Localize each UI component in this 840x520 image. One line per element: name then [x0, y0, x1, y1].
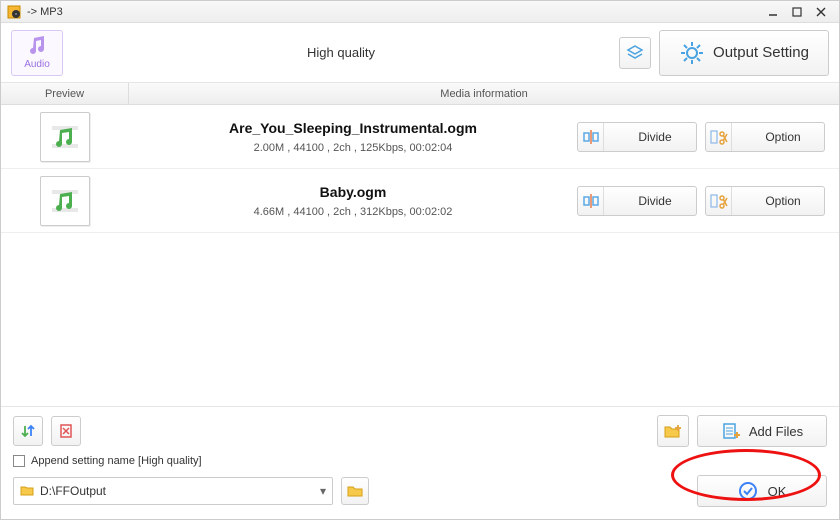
file-list: Are_You_Sleeping_Instrumental.ogm 2.00M …: [1, 105, 839, 406]
file-name: Baby.ogm: [320, 184, 387, 200]
file-info: Are_You_Sleeping_Instrumental.ogm 2.00M …: [129, 120, 577, 154]
scissors-icon: [710, 192, 728, 210]
option-label: Option: [742, 194, 824, 208]
layers-button[interactable]: [619, 37, 651, 69]
audio-format-button[interactable]: Audio: [11, 30, 63, 76]
output-path-select[interactable]: D:\FFOutput ▾: [13, 477, 333, 505]
move-button[interactable]: [13, 416, 43, 446]
folder-icon: [347, 484, 363, 498]
add-files-button[interactable]: Add Files: [697, 415, 827, 447]
divide-label: Divide: [614, 130, 696, 144]
gear-icon: [679, 40, 705, 66]
window-title: -> MP3: [27, 6, 63, 18]
divide-icon: [582, 192, 600, 210]
file-name: Are_You_Sleeping_Instrumental.ogm: [229, 120, 477, 136]
app-icon: [7, 5, 21, 19]
chevron-down-icon: ▾: [320, 484, 326, 498]
folder-icon: [20, 484, 34, 499]
preview-column-header: Preview: [1, 83, 129, 104]
file-meta: 4.66M , 44100 , 2ch , 312Kbps, 00:02:02: [254, 206, 453, 218]
output-setting-button[interactable]: Output Setting: [659, 30, 829, 76]
audio-label: Audio: [24, 59, 50, 70]
file-meta: 2.00M , 44100 , 2ch , 125Kbps, 00:02:04: [254, 142, 453, 154]
quality-label: High quality: [71, 45, 611, 60]
remove-button[interactable]: [51, 416, 81, 446]
layers-icon: [626, 44, 644, 62]
option-button[interactable]: Option: [705, 122, 825, 152]
ok-label: OK: [768, 484, 787, 499]
document-plus-icon: [721, 422, 741, 440]
maximize-button[interactable]: [785, 4, 809, 20]
scissors-icon: [710, 128, 728, 146]
bottom-toolbar: Add Files Append setting name [High qual…: [1, 406, 839, 519]
file-info: Baby.ogm 4.66M , 44100 , 2ch , 312Kbps, …: [129, 184, 577, 218]
checkmark-circle-icon: [738, 481, 758, 501]
append-setting-label: Append setting name [High quality]: [31, 455, 202, 467]
file-row[interactable]: Are_You_Sleeping_Instrumental.ogm 2.00M …: [1, 105, 839, 169]
titlebar: -> MP3: [1, 1, 839, 23]
delete-file-icon: [58, 423, 74, 439]
folder-plus-icon: [663, 422, 683, 440]
audio-file-icon: [48, 184, 82, 218]
minimize-button[interactable]: [761, 4, 785, 20]
divide-label: Divide: [614, 194, 696, 208]
swap-arrows-icon: [20, 423, 36, 439]
file-row[interactable]: Baby.ogm 4.66M , 44100 , 2ch , 312Kbps, …: [1, 169, 839, 233]
column-headers: Preview Media information: [1, 83, 839, 105]
close-button[interactable]: [809, 4, 833, 20]
media-column-header: Media information: [129, 83, 839, 104]
divide-icon: [582, 128, 600, 146]
option-label: Option: [742, 130, 824, 144]
output-setting-label: Output Setting: [713, 44, 809, 61]
file-thumbnail: [1, 112, 129, 162]
option-button[interactable]: Option: [705, 186, 825, 216]
ok-button[interactable]: OK: [697, 475, 827, 507]
browse-folder-button[interactable]: [341, 477, 369, 505]
add-folder-button[interactable]: [657, 415, 689, 447]
append-setting-row: Append setting name [High quality]: [13, 455, 827, 467]
file-thumbnail: [1, 176, 129, 226]
top-toolbar: Audio High quality Output Setting: [1, 23, 839, 83]
audio-file-icon: [48, 120, 82, 154]
divide-button[interactable]: Divide: [577, 186, 697, 216]
music-note-icon: [26, 35, 48, 57]
divide-button[interactable]: Divide: [577, 122, 697, 152]
add-files-label: Add Files: [749, 424, 803, 439]
output-path-value: D:\FFOutput: [40, 484, 106, 498]
append-setting-checkbox[interactable]: [13, 455, 25, 467]
